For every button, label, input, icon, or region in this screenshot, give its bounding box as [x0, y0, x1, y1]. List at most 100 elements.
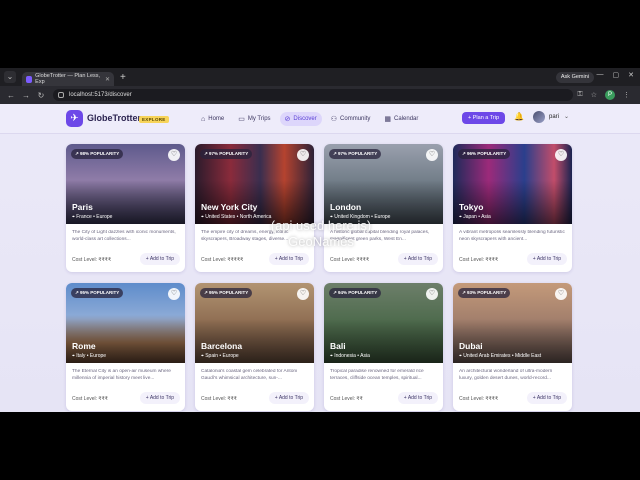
destination-card[interactable]: ↗ 97% POPULARITY ♡ London ⌖ United Kingd… — [324, 144, 443, 272]
city-description: An architectural wonderland of ultra-mod… — [459, 369, 553, 381]
close-tab-icon[interactable]: ✕ — [105, 76, 110, 83]
avatar[interactable] — [533, 111, 545, 123]
popularity-badge: ↗ 98% POPULARITY — [71, 149, 124, 159]
reload-icon[interactable]: ↻ — [37, 91, 45, 100]
add-to-trip-button[interactable]: + Add to Trip — [139, 392, 180, 404]
destination-card[interactable]: ↗ 94% POPULARITY ♡ Bali ⌖ Indonesia • As… — [324, 283, 443, 411]
nav-label: Home — [208, 116, 225, 122]
bell-icon[interactable]: 🔔 — [514, 112, 524, 121]
cost-value: ₹₹ — [356, 396, 363, 402]
heart-icon[interactable]: ♡ — [555, 288, 567, 300]
heart-icon[interactable]: ♡ — [426, 149, 438, 161]
add-to-trip-button[interactable]: + Add to Trip — [526, 392, 567, 404]
heart-icon[interactable]: ♡ — [426, 288, 438, 300]
destination-card[interactable]: ↗ 95% POPULARITY ♡ Rome ⌖ Italy • Europe… — [66, 283, 185, 411]
nav-community[interactable]: ⚇ Community — [326, 112, 376, 126]
popularity-badge: ↗ 96% POPULARITY — [458, 149, 511, 159]
add-to-trip-button[interactable]: + Add to Trip — [268, 253, 309, 265]
nav-label: Discover — [293, 116, 317, 122]
cost-level: Cost Level: ₹₹₹₹ — [459, 257, 499, 263]
add-to-trip-button[interactable]: + Add to Trip — [397, 253, 438, 265]
bookmark-star-icon[interactable]: ☆ — [591, 91, 597, 99]
address-bar-actions: ⚿ ☆ P ⋮ — [577, 90, 630, 100]
location-label: ⌖ Spain • Europe — [201, 353, 239, 359]
city-name: New York City — [201, 202, 258, 212]
location-label: ⌖ France • Europe — [72, 214, 113, 220]
popularity-badge: ↗ 93% POPULARITY — [458, 288, 511, 298]
city-description: The City of Light dazzles with iconic mo… — [72, 230, 176, 242]
close-window-icon[interactable]: ✕ — [628, 71, 634, 79]
user-name[interactable]: pari — [549, 114, 559, 120]
profile-icon[interactable]: P — [605, 90, 615, 100]
plan-trip-button[interactable]: + Plan a Trip — [462, 112, 506, 124]
menu-kebab-icon[interactable]: ⋮ — [623, 91, 630, 99]
maximize-icon[interactable]: ▢ — [613, 71, 620, 79]
destination-grid: ↗ 98% POPULARITY ♡ Paris ⌖ France • Euro… — [66, 144, 574, 411]
ask-gemini-button[interactable]: Ask Gemini — [555, 72, 594, 83]
cost-level: Cost Level: ₹₹₹₹ — [459, 396, 499, 402]
nav-discover[interactable]: ⊘ Discover — [279, 112, 322, 126]
city-description: A vibrant metropolis seamlessly blending… — [459, 230, 565, 242]
new-tab-icon[interactable]: + — [120, 72, 126, 83]
cost-value: ₹₹₹₹ — [98, 257, 112, 263]
nav-calendar[interactable]: ▦ Calendar — [379, 112, 423, 126]
destination-card[interactable]: ↗ 97% POPULARITY ♡ New York City ⌖ Unite… — [195, 144, 314, 272]
location-label: ⌖ Japan • Asia — [459, 214, 491, 220]
cost-level: Cost Level: ₹₹ — [330, 396, 363, 402]
explore-badge: EXPLORE — [139, 116, 169, 123]
city-description: Catalonia's coastal gem celebrated for A… — [201, 369, 298, 381]
cost-level: Cost Level: ₹₹₹ — [201, 396, 237, 402]
nav-my-trips[interactable]: ▭ My Trips — [233, 112, 275, 126]
city-description: Tropical paradise renowned for emerald r… — [330, 369, 424, 381]
popularity-badge: ↗ 94% POPULARITY — [329, 288, 382, 298]
minimize-icon[interactable]: — — [597, 71, 604, 79]
add-to-trip-button[interactable]: + Add to Trip — [397, 392, 438, 404]
app-page: ✈ GlobeTrotter EXPLORE ⌂ Home ▭ My Trips ⊘… — [0, 104, 640, 412]
heart-icon[interactable]: ♡ — [555, 149, 567, 161]
back-icon[interactable]: ← — [7, 91, 15, 100]
site-info-icon[interactable] — [58, 92, 64, 98]
password-key-icon[interactable]: ⚿ — [577, 91, 582, 99]
heart-icon[interactable]: ♡ — [168, 149, 180, 161]
compass-icon: ⊘ — [284, 116, 291, 123]
heart-icon[interactable]: ♡ — [297, 288, 309, 300]
cost-level: Cost Level: ₹₹₹ — [72, 396, 108, 402]
heart-icon[interactable]: ♡ — [297, 149, 309, 161]
add-to-trip-button[interactable]: + Add to Trip — [526, 253, 567, 265]
url-field[interactable]: localhost:5173/discover — [53, 89, 573, 101]
cost-value: ₹₹₹₹ — [356, 257, 370, 263]
video-caption-overlay: (api used here is) GeoNames — [270, 218, 372, 249]
city-name: Tokyo — [459, 202, 484, 212]
cost-level: Cost Level: ₹₹₹₹ — [330, 257, 370, 263]
location-label: ⌖ Italy • Europe — [72, 353, 107, 359]
add-to-trip-button[interactable]: + Add to Trip — [268, 392, 309, 404]
globe-logo-icon[interactable]: ✈ — [66, 110, 83, 127]
chevron-down-icon[interactable]: ⌄ — [564, 113, 569, 120]
popularity-badge: ↗ 97% POPULARITY — [329, 149, 382, 159]
cost-value: ₹₹₹ — [98, 396, 108, 402]
tab-strip: ⌄ GlobeTrotter — Plan Less, Exp ✕ + Ask … — [0, 68, 640, 86]
destination-card[interactable]: ↗ 98% POPULARITY ♡ Paris ⌖ France • Euro… — [66, 144, 185, 272]
window-controls: — ▢ ✕ — [597, 71, 635, 79]
heart-icon[interactable]: ♡ — [168, 288, 180, 300]
browser-tab[interactable]: GlobeTrotter — Plan Less, Exp ✕ — [22, 72, 114, 86]
cost-level: Cost Level: ₹₹₹₹ — [72, 257, 112, 263]
cost-value: ₹₹₹₹₹ — [227, 257, 244, 263]
tab-search-icon[interactable]: ⌄ — [4, 71, 16, 83]
nav-label: My Trips — [247, 116, 271, 122]
brand-name[interactable]: GlobeTrotter — [87, 113, 141, 123]
url-text: localhost:5173/discover — [69, 92, 132, 98]
destination-card[interactable]: ↗ 96% POPULARITY ♡ Tokyo ⌖ Japan • Asia … — [453, 144, 572, 272]
nav-home[interactable]: ⌂ Home — [196, 112, 229, 126]
city-name: Rome — [72, 341, 96, 351]
people-icon: ⚇ — [330, 116, 338, 123]
home-icon: ⌂ — [201, 115, 206, 123]
destination-card[interactable]: ↗ 95% POPULARITY ♡ Barcelona ⌖ Spain • E… — [195, 283, 314, 411]
destination-card[interactable]: ↗ 93% POPULARITY ♡ Dubai ⌖ United Arab E… — [453, 283, 572, 411]
forward-icon[interactable]: → — [22, 91, 30, 100]
cost-level: Cost Level: ₹₹₹₹₹ — [201, 257, 244, 263]
city-name: Barcelona — [201, 341, 243, 351]
city-name: Paris — [72, 202, 93, 212]
add-to-trip-button[interactable]: + Add to Trip — [139, 253, 180, 265]
calendar-icon: ▦ — [384, 116, 392, 123]
